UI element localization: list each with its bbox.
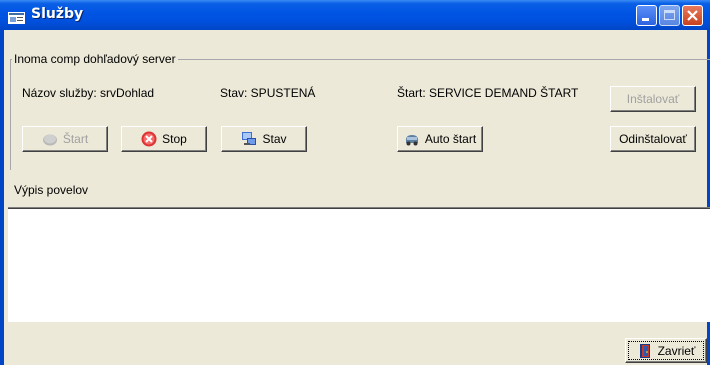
stop-icon: [141, 131, 157, 147]
close-button[interactable]: Zavrieť: [625, 338, 707, 363]
uninstall-label: Odinštalovať: [619, 132, 687, 146]
door-icon: [637, 343, 653, 359]
minimize-button[interactable]: [636, 5, 657, 26]
maximize-button[interactable]: [659, 5, 680, 26]
window-border-left: [0, 30, 4, 365]
auto-start-label: Auto štart: [424, 132, 477, 146]
close-window-button[interactable]: [682, 5, 703, 26]
uninstall-button[interactable]: Odinštalovať: [610, 126, 696, 152]
app-icon: [8, 9, 25, 24]
start-label: Štart: [62, 132, 89, 146]
service-state-label: Stav: SPUSTENÁ: [220, 86, 316, 100]
log-divider-bottom: [8, 321, 710, 322]
install-button[interactable]: Inštalovať: [610, 86, 696, 112]
command-log-area[interactable]: [8, 208, 710, 321]
close-icon: [687, 10, 698, 21]
status-label: Stav: [262, 132, 287, 146]
service-start-type-label: Štart: SERVICE DEMAND ŠTART: [397, 86, 579, 100]
auto-start-icon: [404, 131, 420, 147]
install-label: Inštalovať: [626, 92, 680, 106]
close-label: Zavrieť: [657, 343, 696, 358]
log-label: Výpis povelov: [14, 183, 89, 197]
start-icon: [42, 131, 58, 147]
window-title: Služby: [31, 6, 84, 22]
service-name-label: Názov služby: srvDohlad: [22, 86, 155, 100]
start-button[interactable]: Štart: [22, 126, 108, 152]
stop-button[interactable]: Stop: [121, 126, 207, 152]
maximize-icon: [664, 10, 675, 20]
minimize-icon: [642, 18, 649, 21]
status-button[interactable]: Stav: [221, 126, 307, 152]
services-window: Služby Inoma comp dohľadový server Názov…: [0, 0, 710, 365]
stop-label: Stop: [162, 132, 187, 146]
status-icon: [241, 131, 257, 147]
service-groupbox: [10, 59, 710, 170]
auto-start-button[interactable]: Auto štart: [397, 126, 483, 152]
groupbox-title: Inoma comp dohľadový server: [12, 52, 178, 66]
title-bar[interactable]: Služby: [0, 0, 710, 30]
